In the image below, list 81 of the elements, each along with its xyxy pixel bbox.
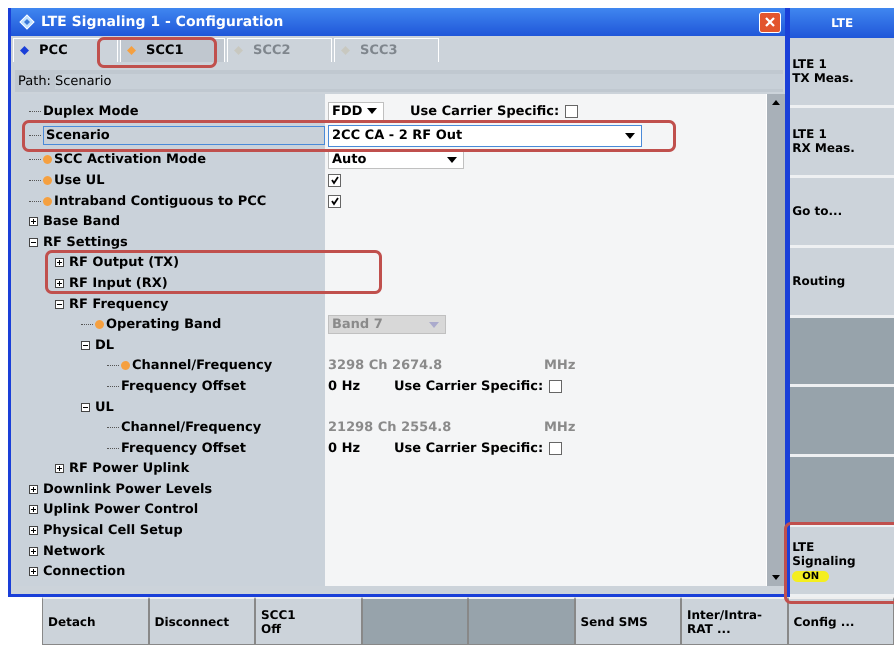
unit-label: MHz (544, 358, 576, 374)
unit-label: MHz (544, 420, 576, 436)
carrier-tab[interactable]: PCC (13, 38, 118, 62)
checkbox[interactable] (565, 104, 578, 118)
tree-item[interactable]: Frequency Offset (121, 440, 246, 456)
softkey-button[interactable]: Send SMS (574, 597, 681, 645)
collapse-icon[interactable] (55, 300, 64, 309)
dropdown[interactable]: FDD (328, 102, 384, 121)
offset-value: 0 Hz (328, 378, 362, 394)
expand-icon[interactable] (29, 217, 38, 226)
carrier-tab[interactable]: SCC1 (120, 38, 225, 62)
frequency-value: 3298 Ch 2674.8 (328, 358, 444, 374)
tree-item[interactable]: RF Input (RX) (69, 276, 168, 291)
tree-item[interactable]: Frequency Offset (121, 378, 246, 394)
tree-item[interactable]: Base Band (43, 214, 120, 230)
expand-icon[interactable] (29, 505, 38, 514)
checkbox[interactable] (328, 194, 341, 208)
expand-icon[interactable] (29, 484, 38, 494)
path-value: Scenario (54, 74, 784, 88)
carrier-specific-label: Use Carrier Specific: (394, 440, 544, 456)
frequency-value: 21298 Ch 2554.8 (328, 420, 452, 436)
softkey-button[interactable]: Routing (790, 248, 894, 318)
checkbox[interactable] (328, 174, 341, 187)
tree-item[interactable]: Channel/Frequency (132, 358, 272, 374)
offset-value: 0 Hz (328, 440, 362, 456)
diamond-icon (19, 14, 35, 30)
tree-item[interactable]: DL (95, 338, 114, 353)
collapse-icon[interactable] (81, 402, 90, 412)
softkey-button[interactable]: LTE 1 RX Meas. (790, 108, 894, 178)
expand-icon[interactable] (55, 464, 64, 474)
tree-item[interactable]: UL (95, 400, 114, 415)
tree-item[interactable]: RF Power Uplink (69, 461, 190, 476)
expand-icon[interactable] (29, 526, 38, 536)
dropdown[interactable]: 2CC CA - 2 RF Out (328, 124, 642, 147)
tree-item[interactable]: SCC Activation Mode (54, 152, 206, 168)
tree-item[interactable]: Connection (43, 564, 126, 580)
collapse-icon[interactable] (81, 340, 90, 350)
close-button[interactable] (759, 12, 782, 32)
tree-item[interactable]: Physical Cell Setup (43, 523, 183, 538)
status-dot-icon (95, 320, 104, 330)
softkey-button[interactable]: Config ... (788, 597, 894, 645)
tree-item[interactable]: Intraband Contiguous to PCC (54, 194, 266, 209)
window-title: LTE Signaling 1 - Configuration (41, 14, 284, 30)
status-dot-icon (121, 361, 130, 370)
status-dot-icon (43, 196, 52, 206)
collapse-icon[interactable] (29, 238, 38, 247)
tree-item[interactable]: Scenario (43, 126, 325, 146)
expand-icon[interactable] (55, 278, 64, 288)
softkey-label[interactable]: LTE Signaling (792, 540, 872, 568)
tree-item[interactable]: Uplink Power Control (43, 502, 198, 518)
tree-item[interactable]: Operating Band (106, 317, 222, 332)
softkey-button[interactable]: Disconnect (148, 597, 255, 645)
tree-item[interactable]: Use UL (54, 172, 104, 188)
status-badge: ON (792, 570, 830, 582)
softkey-button[interactable]: Inter/Intra- RAT ... (681, 597, 788, 645)
status-dot-icon (43, 176, 52, 185)
tree-item[interactable]: Network (43, 544, 105, 559)
expand-icon[interactable] (55, 258, 64, 268)
path-label: Path: (18, 74, 51, 88)
status-dot-icon (43, 155, 52, 164)
tree-item[interactable]: Duplex Mode (43, 104, 139, 119)
tree-item[interactable]: Channel/Frequency (121, 420, 262, 436)
tree-item[interactable]: Downlink Power Levels (43, 482, 212, 497)
checkbox[interactable] (549, 380, 562, 393)
carrier-specific-label: Use Carrier Specific: (410, 104, 560, 119)
carrier-specific-label: Use Carrier Specific: (394, 378, 544, 394)
scroll-down-icon[interactable] (771, 574, 782, 582)
softkey-button[interactable]: Detach (42, 597, 148, 645)
softkey-button[interactable]: LTE 1 TX Meas. (790, 38, 894, 108)
tree-item[interactable]: RF Frequency (69, 296, 169, 312)
scroll-up-icon[interactable] (771, 98, 782, 106)
softkey-button[interactable]: SCC1 Off (255, 597, 362, 645)
panel-title: LTE (790, 8, 894, 38)
scrollbar[interactable] (766, 94, 786, 586)
expand-icon[interactable] (29, 567, 38, 576)
tree-item[interactable]: RF Output (TX) (69, 255, 180, 270)
softkey-button[interactable]: Go to... (790, 178, 894, 248)
tree-item[interactable]: RF Settings (43, 234, 128, 250)
expand-icon[interactable] (29, 546, 38, 556)
close-icon (764, 16, 776, 28)
checkbox[interactable] (549, 442, 562, 455)
